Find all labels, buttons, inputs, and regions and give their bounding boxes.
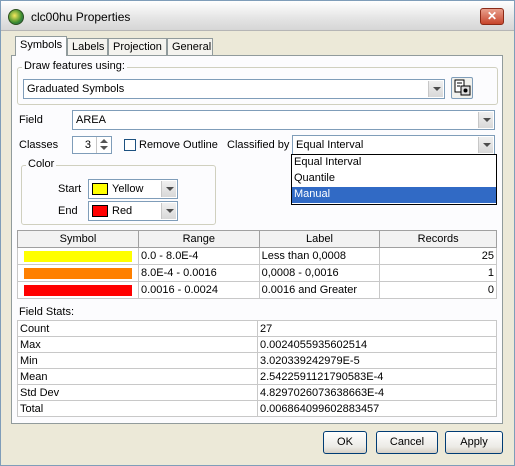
option-equal-interval[interactable]: Equal Interval	[292, 155, 496, 171]
cancel-button[interactable]: Cancel	[376, 431, 438, 454]
classes-label: Classes	[19, 139, 59, 151]
table-row[interactable]: 0.0 - 8.0E-4 Less than 0,0008 25	[17, 247, 497, 265]
end-color-value: Red	[112, 205, 133, 217]
chevron-down-icon[interactable]	[161, 203, 176, 219]
stat-name: Min	[17, 352, 258, 369]
stat-value: 4.8297026073638663E-4	[257, 384, 497, 401]
start-color-label: Start	[58, 183, 82, 195]
table-row[interactable]: 8.0E-4 - 0.0016 0,0008 - 0,0016 1	[17, 264, 497, 282]
tab-labels[interactable]: Labels	[67, 38, 108, 55]
classes-value: 3	[84, 139, 91, 151]
range-cell[interactable]: 0.0 - 8.0E-4	[137, 247, 260, 265]
chevron-down-icon[interactable]	[428, 81, 443, 97]
chevron-down-icon[interactable]	[161, 181, 176, 197]
apply-button[interactable]: Apply	[445, 431, 503, 454]
stat-value: 27	[257, 320, 497, 337]
column-header-range[interactable]: Range	[137, 230, 260, 248]
color-group-label: Color	[26, 158, 57, 170]
yellow-swatch-icon	[92, 183, 108, 195]
stat-name: Total	[17, 400, 258, 417]
classified-by-label: Classified by	[227, 139, 290, 151]
tab-symbols[interactable]: Symbols	[15, 36, 67, 56]
window-title: clc00hu Properties	[31, 10, 131, 24]
remove-outline-checkbox[interactable]	[124, 139, 136, 151]
close-button[interactable]: ✕	[480, 8, 504, 25]
table-header-row: Symbol Range Label Records	[17, 230, 497, 248]
chevron-down-icon[interactable]	[478, 112, 493, 128]
records-cell: 25	[379, 247, 497, 265]
draw-features-value: Graduated Symbols	[27, 83, 125, 95]
stat-name: Count	[17, 320, 258, 337]
stats-row: Count 27	[17, 320, 497, 337]
remove-outline-label: Remove Outline	[139, 139, 218, 151]
properties-dialog: clc00hu Properties ✕ Symbols Labels Proj…	[0, 0, 515, 466]
draw-features-select[interactable]: Graduated Symbols	[23, 79, 445, 99]
field-select[interactable]: AREA	[72, 110, 495, 130]
stats-row: Min 3.020339242979E-5	[17, 352, 497, 369]
stat-value: 0.0024055935602514	[257, 336, 497, 353]
classified-by-select[interactable]: Equal Interval	[292, 135, 495, 155]
draw-features-label: Draw features using:	[22, 60, 127, 72]
stats-row: Max 0.0024055935602514	[17, 336, 497, 353]
range-cell[interactable]: 8.0E-4 - 0.0016	[137, 264, 260, 282]
field-label: Field	[19, 114, 43, 126]
table-row[interactable]: 0.0016 - 0.0024 0.0016 and Greater 0	[17, 281, 497, 299]
chevron-down-icon[interactable]	[478, 137, 493, 153]
stepper-arrows-icon[interactable]	[96, 137, 111, 153]
field-stats-table: Count 27 Max 0.0024055935602514 Min 3.02…	[17, 320, 497, 417]
symbol-cell[interactable]	[17, 247, 139, 265]
column-header-records[interactable]: Records	[379, 230, 497, 248]
column-header-symbol[interactable]: Symbol	[17, 230, 139, 248]
orange-symbol-icon	[23, 267, 132, 279]
yellow-symbol-icon	[23, 250, 132, 262]
stat-name: Max	[17, 336, 258, 353]
layer-icon	[8, 9, 24, 25]
stat-name: Mean	[17, 368, 258, 385]
title-bar[interactable]: clc00hu Properties ✕	[1, 1, 514, 31]
stat-name: Std Dev	[17, 384, 258, 401]
label-cell[interactable]: 0.0016 and Greater	[258, 281, 381, 299]
start-color-value: Yellow	[112, 183, 144, 195]
stat-value: 0.006864099602883457	[257, 400, 497, 417]
stat-value: 2.5422591121790583E-4	[257, 368, 497, 385]
red-symbol-icon	[23, 284, 132, 296]
stat-value: 3.020339242979E-5	[257, 352, 497, 369]
records-cell: 1	[379, 264, 497, 282]
label-cell[interactable]: Less than 0,0008	[258, 247, 381, 265]
palette-settings-icon	[454, 79, 471, 96]
field-stats-title: Field Stats:	[19, 306, 75, 318]
end-color-select[interactable]: Red	[88, 201, 178, 221]
end-color-label: End	[58, 205, 78, 217]
field-value: AREA	[76, 114, 106, 126]
classes-stepper[interactable]: 3	[72, 136, 112, 154]
stats-row: Mean 2.5422591121790583E-4	[17, 368, 497, 385]
classes-table: Symbol Range Label Records 0.0 - 8.0E-4 …	[17, 230, 497, 299]
red-swatch-icon	[92, 205, 108, 217]
stats-row: Std Dev 4.8297026073638663E-4	[17, 384, 497, 401]
range-cell[interactable]: 0.0016 - 0.0024	[137, 281, 260, 299]
symbol-cell[interactable]	[17, 281, 139, 299]
tab-projection[interactable]: Projection	[108, 38, 167, 55]
classified-by-options: Equal Interval Quantile Manual	[291, 154, 497, 205]
tab-general[interactable]: General	[167, 38, 213, 55]
column-header-label[interactable]: Label	[258, 230, 381, 248]
label-cell[interactable]: 0,0008 - 0,0016	[258, 264, 381, 282]
classified-by-value: Equal Interval	[296, 139, 364, 151]
records-cell: 0	[379, 281, 497, 299]
option-manual[interactable]: Manual	[292, 187, 496, 203]
option-quantile[interactable]: Quantile	[292, 171, 496, 187]
symbol-properties-button[interactable]	[451, 77, 473, 99]
stats-row: Total 0.006864099602883457	[17, 400, 497, 417]
start-color-select[interactable]: Yellow	[88, 179, 178, 199]
ok-button[interactable]: OK	[323, 431, 367, 454]
symbol-cell[interactable]	[17, 264, 139, 282]
